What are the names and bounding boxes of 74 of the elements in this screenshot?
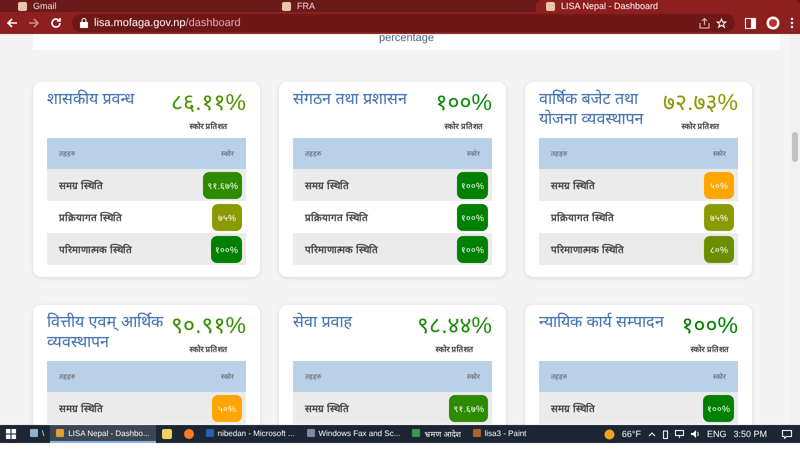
score-percentage: ७२.७३% (663, 88, 738, 116)
volume-icon[interactable] (690, 430, 700, 438)
score-caption: स्कोर प्रतिशत (444, 120, 483, 131)
card-title: संगठन तथा प्रशासन (293, 90, 407, 110)
score-caption: स्कोर प्रतिशत (189, 120, 228, 131)
score-badge: ७५% (704, 204, 734, 230)
taskbar-item[interactable]: nibedan - Microsoft ... (200, 425, 301, 443)
score-badge: १००% (210, 236, 242, 262)
card-title: सेवा प्रवाह (293, 313, 352, 333)
reload-icon[interactable] (50, 17, 62, 29)
star-icon[interactable] (716, 18, 727, 28)
row-label: प्रक्रियागत स्थिति (59, 213, 122, 224)
battery-icon[interactable] (662, 430, 668, 438)
temperature-text: 66°F (622, 429, 641, 439)
row-label: परिमाणात्मक स्थिति (305, 245, 378, 256)
row-label: समग्र स्थिति (305, 181, 349, 192)
row-label: समग्र स्थिति (551, 404, 595, 415)
score-badge: १००% (456, 172, 488, 198)
score-badge: १००% (456, 236, 488, 262)
windows-start-icon[interactable] (6, 429, 16, 439)
sticky-note-icon[interactable] (162, 429, 172, 439)
score-badge: १००% (456, 204, 488, 230)
taskbar-item[interactable]: \ (24, 425, 50, 443)
sidebar-icon[interactable] (745, 18, 756, 28)
card-title: वार्षिक बजेट तथा योजना व्यवस्थापन (539, 90, 645, 130)
row-label: परिमाणात्मक स्थिति (551, 245, 624, 256)
score-badge: ५०% (704, 172, 734, 198)
score-badge: ९१.६७% (203, 172, 242, 198)
browser-tab[interactable]: LISA Nepal - Dashboard (536, 0, 800, 12)
clock-time[interactable]: 3:50 PM (733, 429, 767, 439)
language-indicator[interactable]: ENG (706, 429, 726, 439)
network-icon[interactable] (674, 430, 684, 438)
chevron-up-icon[interactable] (648, 431, 656, 437)
score-badge: १००% (702, 394, 734, 422)
browser-icon[interactable] (184, 429, 194, 439)
section-caption: percentage (378, 34, 434, 44)
score-percentage: १००% (682, 311, 738, 339)
score-caption: स्कोर प्रतिशत (435, 344, 474, 354)
score-caption: स्कोर प्रतिशत (681, 120, 720, 131)
browser-tab[interactable]: FRA (272, 0, 536, 12)
score-percentage: ८६.११% (171, 88, 246, 116)
row-label: समग्र स्थिति (59, 181, 103, 192)
card-title: शासकीय प्रवन्ध (47, 90, 134, 110)
notification-icon[interactable] (782, 430, 792, 438)
score-badge: ७५% (212, 204, 242, 230)
score-badge: ८०% (704, 236, 734, 262)
score-percentage: ९८.४४% (417, 311, 492, 339)
taskbar-item[interactable]: भ्रमण आदेश (406, 425, 467, 443)
share-icon[interactable] (699, 18, 710, 28)
row-label: समग्र स्थिति (305, 404, 349, 415)
browser-tab[interactable]: Gmail (8, 0, 272, 12)
taskbar-item[interactable]: lisa3 - Paint (466, 425, 532, 443)
card-title: वित्तीय एवम् आर्थिक व्यवस्थापन (47, 313, 164, 353)
score-percentage: १००% (436, 88, 492, 116)
row-label: समग्र स्थिति (551, 181, 595, 192)
forward-icon[interactable] (28, 17, 40, 29)
lock-icon (80, 18, 88, 28)
menu-icon[interactable] (790, 17, 794, 29)
row-label: प्रक्रियागत स्थिति (305, 213, 368, 224)
card-title: न्यायिक कार्य सम्पादन (539, 313, 664, 333)
score-caption: स्कोर प्रतिशत (189, 344, 228, 354)
scrollbar-thumb[interactable] (792, 132, 798, 162)
weather-icon (604, 428, 615, 440)
row-label: प्रक्रियागत स्थिति (551, 213, 614, 224)
taskbar-item[interactable]: LISA Nepal - Dashbo... (50, 425, 156, 443)
taskbar-item[interactable]: Windows Fax and Sc... (300, 425, 406, 443)
back-icon[interactable] (6, 17, 18, 29)
row-label: समग्र स्थिति (59, 404, 103, 415)
score-badge: ९१.६७% (449, 394, 488, 422)
score-badge: ५०% (212, 394, 242, 422)
score-caption: स्कोर प्रतिशत (690, 344, 729, 354)
address-bar[interactable]: lisa.mofaga.gov.np/dashboard (72, 14, 735, 32)
score-percentage: ९०.९१% (171, 311, 246, 339)
row-label: परिमाणात्मक स्थिति (59, 245, 132, 256)
